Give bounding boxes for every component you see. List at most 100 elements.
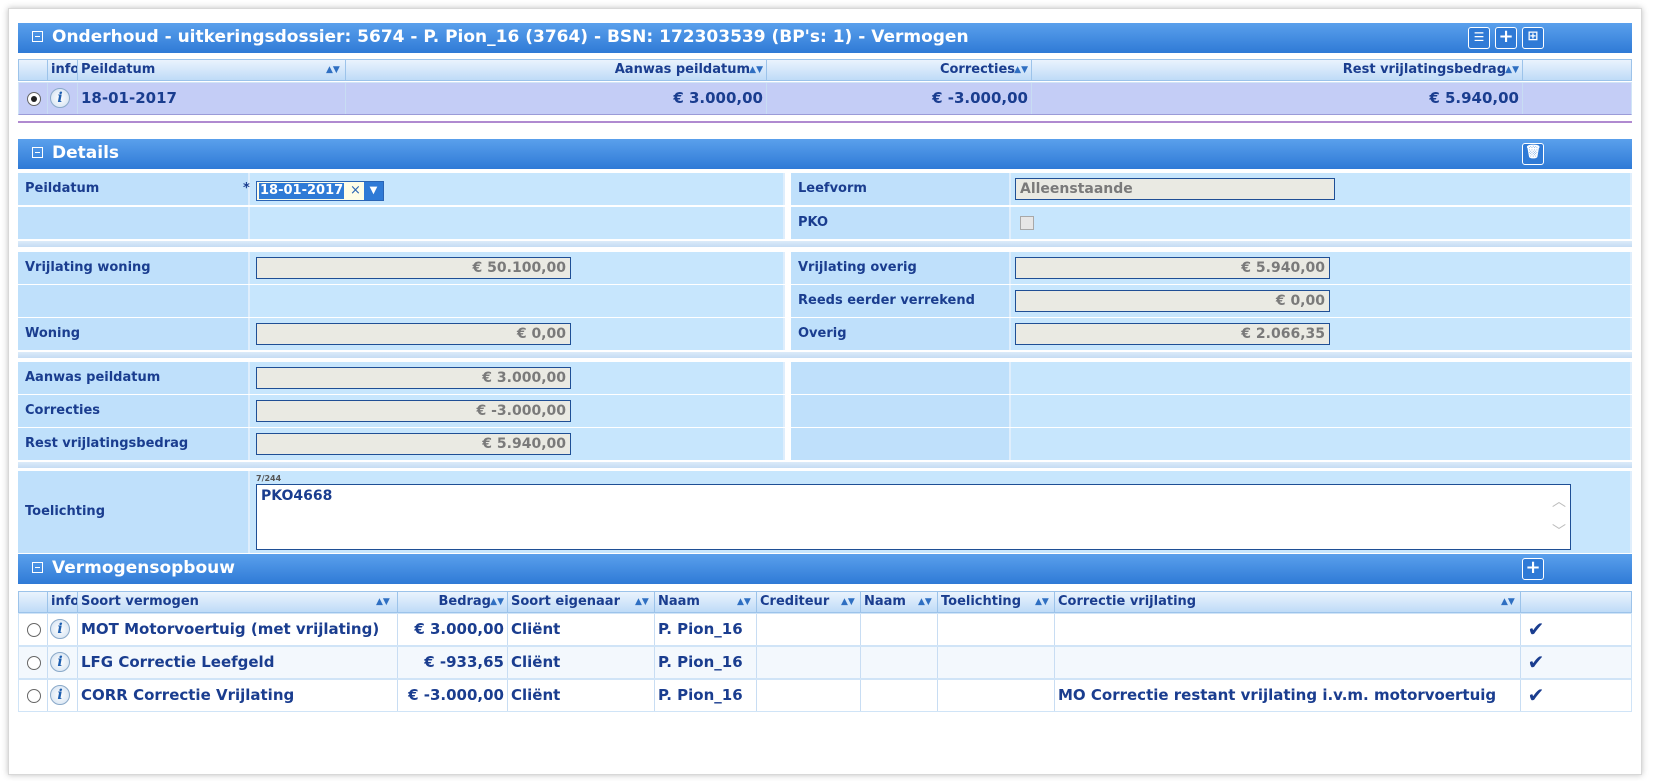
leefvorm-field[interactable]: Alleenstaande <box>1015 178 1335 200</box>
vrijlating-overig-label: Vrijlating overig <box>791 252 1011 284</box>
section-title: Onderhoud - uitkeringsdossier: 5674 - P.… <box>52 27 969 47</box>
dropdown-icon[interactable]: ▼ <box>364 182 383 200</box>
column-correctie-vrijlating[interactable]: Correctie vrijlating ▲▼ <box>1055 592 1521 612</box>
info-cell[interactable]: i <box>48 647 78 678</box>
column-naam[interactable]: Naam ▲▼ <box>655 592 757 612</box>
cell-naam-2 <box>861 614 938 645</box>
sort-icon: ▲▼ <box>1501 597 1515 607</box>
woning-cell: € 0,00 <box>250 318 785 350</box>
info-cell[interactable]: i <box>48 83 78 114</box>
column-crediteur[interactable]: Crediteur ▲▼ <box>757 592 861 612</box>
list-icon[interactable]: ☰ <box>1468 27 1490 49</box>
scroll-down-icon[interactable]: ﹀ <box>1552 521 1566 541</box>
cell-crediteur <box>757 647 861 678</box>
rest-label: Rest vrijlatingsbedrag <box>18 428 250 460</box>
scroll-up-icon[interactable]: ︿ <box>1552 491 1566 511</box>
empty-cell <box>250 285 785 317</box>
pko-checkbox[interactable] <box>1020 216 1034 230</box>
vrijlating-woning-field[interactable]: € 50.100,00 <box>256 257 571 279</box>
char-counter: 7/244 <box>256 474 282 483</box>
correcties-label: Correcties <box>18 395 250 427</box>
aanwas-field[interactable]: € 3.000,00 <box>256 367 571 389</box>
sort-icon: ▲▼ <box>1035 597 1049 607</box>
woning-label: Woning <box>18 318 250 350</box>
table-row[interactable]: i LFG Correctie Leefgeld € -933,65 Cliën… <box>18 646 1632 679</box>
vrijlating-overig-field[interactable]: € 5.940,00 <box>1015 257 1330 279</box>
collapse-icon[interactable] <box>32 562 43 573</box>
column-naam-2[interactable]: Naam ▲▼ <box>861 592 938 612</box>
row-select[interactable] <box>19 83 48 114</box>
toelichting-value[interactable]: PKO4668 <box>261 488 332 504</box>
row-select[interactable] <box>19 614 48 645</box>
woning-field[interactable]: € 0,00 <box>256 323 571 345</box>
vermogen-section-header: Onderhoud - uitkeringsdossier: 5674 - P.… <box>18 23 1632 53</box>
details-row: Correcties € -3.000,00 <box>18 395 1632 427</box>
aanwas-cell: € 3.000,00 <box>250 362 785 394</box>
trash-icon[interactable]: 🗑 <box>1522 143 1544 165</box>
info-icon[interactable]: i <box>50 88 70 108</box>
cell-correcties: € -3.000,00 <box>767 83 1032 114</box>
peildatum-value[interactable]: 18-01-2017 <box>259 183 345 199</box>
cell-toelichting <box>938 614 1055 645</box>
clear-icon[interactable]: × <box>350 182 361 200</box>
pko-cell <box>1011 207 1632 239</box>
column-rest[interactable]: Rest vrijlatingsbedrag ▲▼ <box>1032 60 1523 80</box>
peildatum-grid-header: info Peildatum ▲▼ Aanwas peildatum ▲▼ Corr… <box>18 59 1632 81</box>
column-aanwas[interactable]: Aanwas peildatum ▲▼ <box>346 60 767 80</box>
required-mark: * <box>243 181 250 196</box>
reeds-field[interactable]: € 0,00 <box>1015 290 1330 312</box>
empty-cell <box>250 207 785 239</box>
info-icon[interactable]: i <box>50 685 70 705</box>
cell-correctie <box>1055 647 1521 678</box>
info-icon[interactable]: i <box>50 619 70 639</box>
toelichting-textarea[interactable]: PKO4668 ︿ ﹀ <box>256 484 1571 550</box>
table-row[interactable]: i MOT Motorvoertuig (met vrijlating) € 3… <box>18 613 1632 646</box>
sort-icon: ▲▼ <box>635 597 649 607</box>
cell-bedrag: € -933,65 <box>398 647 508 678</box>
column-correcties[interactable]: Correcties ▲▼ <box>767 60 1032 80</box>
row-select[interactable] <box>19 647 48 678</box>
collapse-icon[interactable] <box>32 147 43 158</box>
column-bedrag[interactable]: Bedrag ▲▼ <box>398 592 508 612</box>
cell-toelichting <box>938 680 1055 711</box>
column-soort-eigenaar[interactable]: Soort eigenaar ▲▼ <box>508 592 655 612</box>
column-soort-vermogen[interactable]: Soort vermogen ▲▼ <box>78 592 398 612</box>
collapse-icon[interactable] <box>32 31 43 42</box>
cell-correctie <box>1055 614 1521 645</box>
info-cell[interactable]: i <box>48 680 78 711</box>
empty-cell <box>1011 428 1632 460</box>
rest-field[interactable]: € 5.940,00 <box>256 433 571 455</box>
row-select[interactable] <box>19 680 48 711</box>
radio-icon[interactable] <box>27 656 41 670</box>
cell-crediteur <box>757 680 861 711</box>
select-column <box>19 592 48 612</box>
plus-icon[interactable]: + <box>1495 27 1517 49</box>
cell-correctie: MO Correctie restant vrijlating i.v.m. m… <box>1055 680 1521 711</box>
column-toelichting[interactable]: Toelichting ▲▼ <box>938 592 1055 612</box>
column-peildatum[interactable]: Peildatum ▲▼ <box>78 60 346 80</box>
reeds-cell: € 0,00 <box>1011 285 1632 317</box>
cell-naam: P. Pion_16 <box>655 647 757 678</box>
sort-icon: ▲▼ <box>749 65 763 75</box>
cell-crediteur <box>757 614 861 645</box>
sort-icon: ▲▼ <box>1505 65 1519 75</box>
correcties-field[interactable]: € -3.000,00 <box>256 400 571 422</box>
cell-soort: MOT Motorvoertuig (met vrijlating) <box>78 614 398 645</box>
info-icon[interactable]: i <box>50 652 70 672</box>
rest-cell: € 5.940,00 <box>250 428 785 460</box>
radio-icon[interactable] <box>27 623 41 637</box>
info-cell[interactable]: i <box>48 614 78 645</box>
table-row[interactable]: i 18-01-2017 € 3.000,00 € -3.000,00 € 5.… <box>18 82 1632 115</box>
sort-icon: ▲▼ <box>841 597 855 607</box>
overig-field[interactable]: € 2.066,35 <box>1015 323 1330 345</box>
plus-icon[interactable]: + <box>1522 558 1544 580</box>
divider <box>18 241 1632 247</box>
peildatum-input[interactable]: 18-01-2017 × ▼ <box>256 181 384 201</box>
table-row[interactable]: i CORR Correctie Vrijlating € -3.000,00 … <box>18 679 1632 712</box>
radio-selected-icon[interactable] <box>27 92 41 106</box>
vrijlating-woning-label: Vrijlating woning <box>18 252 250 284</box>
add-row-icon[interactable]: ⊞ <box>1522 27 1544 49</box>
sort-icon: ▲▼ <box>737 597 751 607</box>
peildatum-label: Peildatum * <box>18 173 250 205</box>
radio-icon[interactable] <box>27 689 41 703</box>
